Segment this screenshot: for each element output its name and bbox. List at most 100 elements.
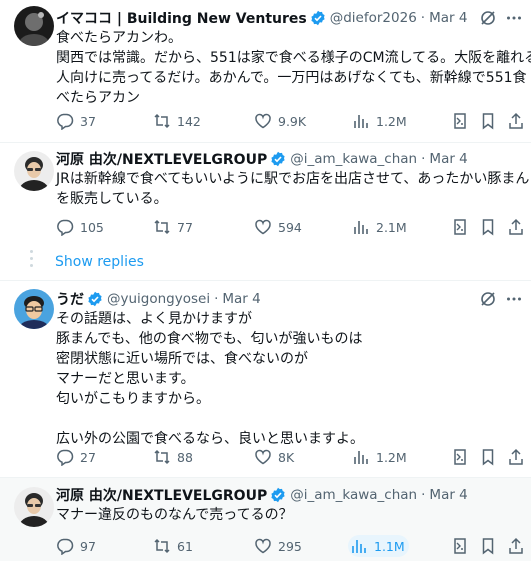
reply-button[interactable]: 97	[56, 536, 96, 556]
post-date[interactable]: Mar 4	[429, 10, 467, 26]
share-icon	[509, 218, 523, 235]
handle[interactable]: @diefor2026	[330, 10, 417, 26]
reply-count: 37	[80, 113, 96, 129]
verified-badge-icon	[310, 10, 326, 26]
views-hover-highlight: 1.1M	[348, 535, 409, 557]
like-button[interactable]: 295	[254, 536, 302, 556]
like-icon	[255, 449, 271, 465]
like-button[interactable]: 8K	[254, 447, 294, 467]
views-icon	[354, 221, 368, 234]
post-text-line: 食べたらアカンわ。	[56, 30, 182, 46]
grok-post-button[interactable]	[451, 217, 475, 237]
post-3[interactable]: うだ @yuigongyosei · Mar 4 その話題は、よく見かけますが …	[0, 281, 531, 477]
share-button[interactable]	[507, 447, 531, 467]
like-count: 594	[278, 219, 302, 235]
grok-icon[interactable]	[479, 290, 497, 308]
grok-post-button[interactable]	[451, 536, 475, 556]
post-4[interactable]: 河原 由次/NEXTLEVELGROUP @i_am_kawa_chan · M…	[0, 478, 531, 561]
handle[interactable]: @i_am_kawa_chan	[290, 151, 417, 167]
views-count: 1.1M	[374, 538, 405, 554]
avatar[interactable]	[14, 289, 54, 329]
reply-count: 105	[80, 219, 104, 235]
views-icon	[354, 451, 368, 464]
reply-count: 27	[80, 449, 96, 465]
views-button[interactable]: 1.1M	[348, 535, 409, 557]
thread-continuation-dots	[30, 250, 34, 271]
share-button[interactable]	[507, 217, 531, 237]
post-date[interactable]: Mar 4	[222, 291, 260, 307]
display-name[interactable]: イマココ | Building New Ventures	[56, 8, 307, 28]
divider	[0, 477, 531, 478]
post-header: イマココ | Building New Ventures @diefor2026…	[56, 8, 531, 28]
reply-icon	[57, 449, 74, 466]
avatar[interactable]	[14, 6, 54, 46]
more-icon[interactable]	[505, 290, 523, 308]
display-name[interactable]: 河原 由次/NEXTLEVELGROUP	[56, 149, 267, 169]
like-icon	[255, 113, 271, 129]
handle[interactable]: @yuigongyosei	[107, 291, 210, 307]
action-bar: 27 88 8K 1.2M	[56, 447, 523, 467]
post-text-line: 人向けに売ってるだけ。あかんで。一万円はあげなくても、新幹線で551食	[56, 70, 527, 86]
share-icon	[509, 112, 523, 129]
repost-button[interactable]: 142	[153, 111, 201, 131]
display-name[interactable]: 河原 由次/NEXTLEVELGROUP	[56, 485, 267, 505]
grok-icon[interactable]	[479, 9, 497, 27]
repost-button[interactable]: 77	[153, 217, 193, 237]
share-icon	[509, 448, 523, 465]
post-header: 河原 由次/NEXTLEVELGROUP @i_am_kawa_chan · M…	[56, 149, 531, 169]
verified-badge-icon	[87, 291, 103, 307]
repost-button[interactable]: 61	[153, 536, 193, 556]
repost-button[interactable]: 88	[153, 447, 193, 467]
like-icon	[255, 538, 271, 554]
views-icon	[352, 540, 366, 553]
reply-button[interactable]: 105	[56, 217, 104, 237]
share-button[interactable]	[507, 536, 531, 556]
grok-post-button[interactable]	[451, 447, 475, 467]
repost-count: 88	[177, 449, 193, 465]
share-icon	[509, 537, 523, 554]
post-text-line: 豚まんでも、他の食べ物でも、匂いが強いものは	[56, 331, 363, 347]
post-text-line: その話題は、よく見かけますが	[56, 311, 252, 327]
views-button[interactable]: 1.2M	[352, 111, 407, 131]
reply-icon	[57, 113, 74, 130]
grok-post-button[interactable]	[451, 111, 475, 131]
post-text: マナー違反のものなんで売ってるの？	[56, 505, 517, 525]
like-button[interactable]: 594	[254, 217, 302, 237]
views-icon	[354, 115, 368, 128]
grok-post-icon	[454, 113, 466, 129]
bookmark-button[interactable]	[479, 447, 503, 467]
bookmark-button[interactable]	[479, 536, 503, 556]
post-text: 食べたらアカンわ。 関西では常識。だから、551は家で食べる様子のCM流してる。…	[56, 28, 531, 108]
bookmark-icon	[482, 113, 494, 130]
repost-icon	[154, 219, 170, 235]
like-button[interactable]: 9.9K	[254, 111, 306, 131]
avatar[interactable]	[14, 487, 54, 527]
views-button[interactable]: 1.2M	[352, 447, 407, 467]
grok-post-icon	[454, 219, 466, 235]
post-header: うだ @yuigongyosei · Mar 4	[56, 289, 531, 309]
post-text-line: 関西では常識。だから、551は家で食べる様子のCM流してる。大阪を離れる	[56, 50, 531, 66]
post-text-line: 匂いがこもりますから。	[56, 391, 210, 407]
views-count: 1.2M	[376, 113, 407, 129]
views-button[interactable]: 2.1M	[352, 217, 407, 237]
reply-button[interactable]: 27	[56, 447, 96, 467]
post-date[interactable]: Mar 4	[429, 151, 467, 167]
post-date[interactable]: Mar 4	[429, 487, 467, 503]
more-icon[interactable]	[505, 9, 523, 27]
post-text-line: 広い外の公園で食べるなら、良いと思いますよ。	[56, 431, 364, 447]
separator-dot: ·	[214, 291, 219, 307]
share-button[interactable]	[507, 111, 531, 131]
bookmark-button[interactable]	[479, 111, 503, 131]
bookmark-icon	[482, 449, 494, 466]
reply-button[interactable]: 37	[56, 111, 96, 131]
display-name[interactable]: うだ	[56, 289, 84, 309]
separator-dot: ·	[421, 487, 426, 503]
separator-dot: ·	[421, 151, 426, 167]
post-2[interactable]: 河原 由次/NEXTLEVELGROUP @i_am_kawa_chan · M…	[0, 143, 531, 248]
avatar[interactable]	[14, 151, 54, 191]
post-1[interactable]: イマココ | Building New Ventures @diefor2026…	[0, 0, 531, 142]
show-replies-link[interactable]: Show replies	[55, 254, 144, 270]
handle[interactable]: @i_am_kawa_chan	[290, 487, 417, 503]
bookmark-button[interactable]	[479, 217, 503, 237]
repost-icon	[154, 449, 170, 465]
